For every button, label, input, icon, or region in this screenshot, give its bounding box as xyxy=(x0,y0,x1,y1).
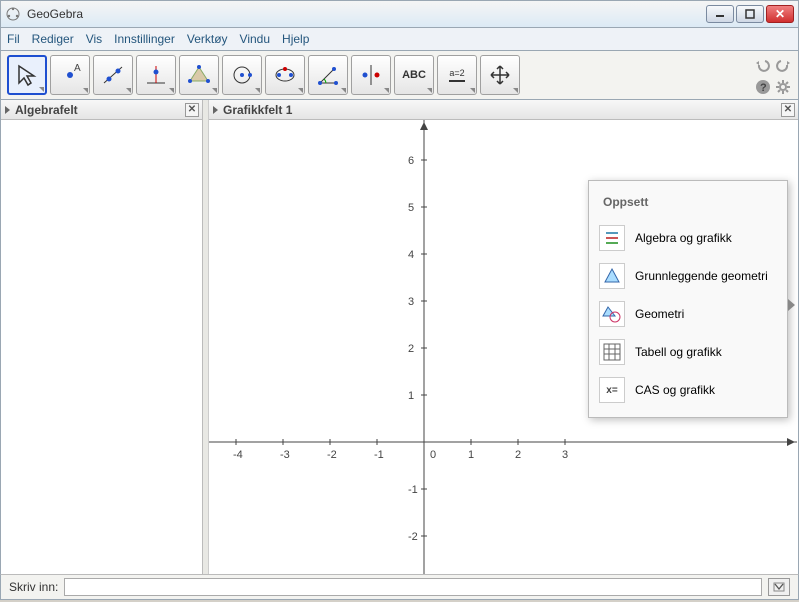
graph-close-button[interactable]: ✕ xyxy=(781,103,795,117)
svg-text:2: 2 xyxy=(408,343,414,355)
perspective-spreadsheet-graphics[interactable]: Tabell og grafikk xyxy=(589,333,787,371)
menu-innstillinger[interactable]: Innstillinger xyxy=(114,32,175,46)
svg-text:?: ? xyxy=(760,82,767,94)
chevron-right-icon xyxy=(5,106,10,114)
graphics-view[interactable]: -4 -3 -2 -1 0 1 2 3 -2 -1 1 2 3 4 5 6 Oppsett Algebra o… xyxy=(209,120,798,574)
perspective-cas-graphics[interactable]: x= CAS og grafikk xyxy=(589,371,787,409)
menubar: Fil Rediger Vis Innstillinger Verktøy Vi… xyxy=(0,28,799,50)
graph-panel: Grafikkfelt 1 ✕ -4 -3 -2 -1 0 1 2 3 -2 -1 1 2 3 4 5 6 O… xyxy=(209,100,798,574)
tool-circle[interactable] xyxy=(222,55,262,95)
tool-move[interactable] xyxy=(7,55,47,95)
svg-text:-2: -2 xyxy=(408,531,418,543)
tool-angle[interactable] xyxy=(308,55,348,95)
close-button[interactable]: ✕ xyxy=(766,5,794,23)
cas-icon: x= xyxy=(599,377,625,403)
help-icon[interactable]: ? xyxy=(754,78,772,96)
toolbar: A ABC a=2 xyxy=(0,50,799,100)
settings-gear-icon[interactable] xyxy=(774,78,792,96)
input-label: Skriv inn: xyxy=(9,580,58,594)
tool-pan[interactable] xyxy=(480,55,520,95)
perspective-geometry[interactable]: Geometri xyxy=(589,295,787,333)
triangle-icon xyxy=(599,263,625,289)
window-titlebar: GeoGebra ✕ xyxy=(0,0,799,28)
menu-rediger[interactable]: Rediger xyxy=(32,32,74,46)
command-input[interactable] xyxy=(64,578,762,596)
algebra-panel: Algebrafelt ✕ xyxy=(1,100,203,574)
menu-fil[interactable]: Fil xyxy=(7,32,20,46)
popup-heading: Oppsett xyxy=(589,189,787,219)
workspace: Algebrafelt ✕ Grafikkfelt 1 ✕ -4 -3 -2 -1 0 1… xyxy=(0,100,799,574)
list-icon xyxy=(599,225,625,251)
svg-text:-4: -4 xyxy=(233,449,243,461)
svg-text:-2: -2 xyxy=(327,449,337,461)
svg-text:A: A xyxy=(74,63,81,74)
redo-button[interactable] xyxy=(774,56,792,74)
menu-vindu[interactable]: Vindu xyxy=(240,32,270,46)
tool-line[interactable] xyxy=(93,55,133,95)
perspective-basic-geometry[interactable]: Grunnleggende geometri xyxy=(589,257,787,295)
menu-verktoy[interactable]: Verktøy xyxy=(187,32,228,46)
minimize-button[interactable] xyxy=(706,5,734,23)
algebra-panel-title: Algebrafelt xyxy=(15,103,78,117)
input-history-button[interactable] xyxy=(768,578,790,596)
svg-text:6: 6 xyxy=(408,155,414,167)
svg-text:1: 1 xyxy=(468,449,474,461)
maximize-button[interactable] xyxy=(736,5,764,23)
algebra-panel-header[interactable]: Algebrafelt ✕ xyxy=(1,100,202,120)
perspective-label: Tabell og grafikk xyxy=(635,345,722,359)
svg-text:1: 1 xyxy=(408,390,414,402)
tool-perpendicular[interactable] xyxy=(136,55,176,95)
svg-text:4: 4 xyxy=(408,249,414,261)
menu-hjelp[interactable]: Hjelp xyxy=(282,32,309,46)
perspective-label: Geometri xyxy=(635,307,684,321)
perspective-label: Grunnleggende geometri xyxy=(635,269,768,283)
app-icon xyxy=(5,6,21,22)
perspective-label: Algebra og grafikk xyxy=(635,231,732,245)
perspective-label: CAS og grafikk xyxy=(635,383,715,397)
shapes-icon xyxy=(599,301,625,327)
tool-ellipse[interactable] xyxy=(265,55,305,95)
menu-vis[interactable]: Vis xyxy=(86,32,102,46)
algebra-close-button[interactable]: ✕ xyxy=(185,103,199,117)
algebra-body[interactable] xyxy=(1,120,202,574)
svg-text:-1: -1 xyxy=(408,484,418,496)
tool-reflect[interactable] xyxy=(351,55,391,95)
spreadsheet-icon xyxy=(599,339,625,365)
tool-polygon[interactable] xyxy=(179,55,219,95)
svg-text:0: 0 xyxy=(430,449,436,461)
perspective-algebra-graphics[interactable]: Algebra og grafikk xyxy=(589,219,787,257)
input-bar: Skriv inn: xyxy=(0,574,799,600)
undo-button[interactable] xyxy=(754,56,772,74)
window-title: GeoGebra xyxy=(27,7,704,21)
svg-text:2: 2 xyxy=(515,449,521,461)
svg-text:5: 5 xyxy=(408,202,414,214)
graph-panel-header[interactable]: Grafikkfelt 1 ✕ xyxy=(209,100,798,120)
tool-point[interactable]: A xyxy=(50,55,90,95)
graph-panel-title: Grafikkfelt 1 xyxy=(223,103,292,117)
perspectives-popup: Oppsett Algebra og grafikk Grunnleggende… xyxy=(588,180,788,418)
svg-text:3: 3 xyxy=(562,449,568,461)
tool-text[interactable]: ABC xyxy=(394,55,434,95)
chevron-right-icon xyxy=(213,106,218,114)
svg-text:-3: -3 xyxy=(280,449,290,461)
svg-text:-1: -1 xyxy=(374,449,384,461)
tool-slider[interactable]: a=2 xyxy=(437,55,477,95)
popup-expand-handle[interactable] xyxy=(788,299,795,311)
svg-text:3: 3 xyxy=(408,296,414,308)
